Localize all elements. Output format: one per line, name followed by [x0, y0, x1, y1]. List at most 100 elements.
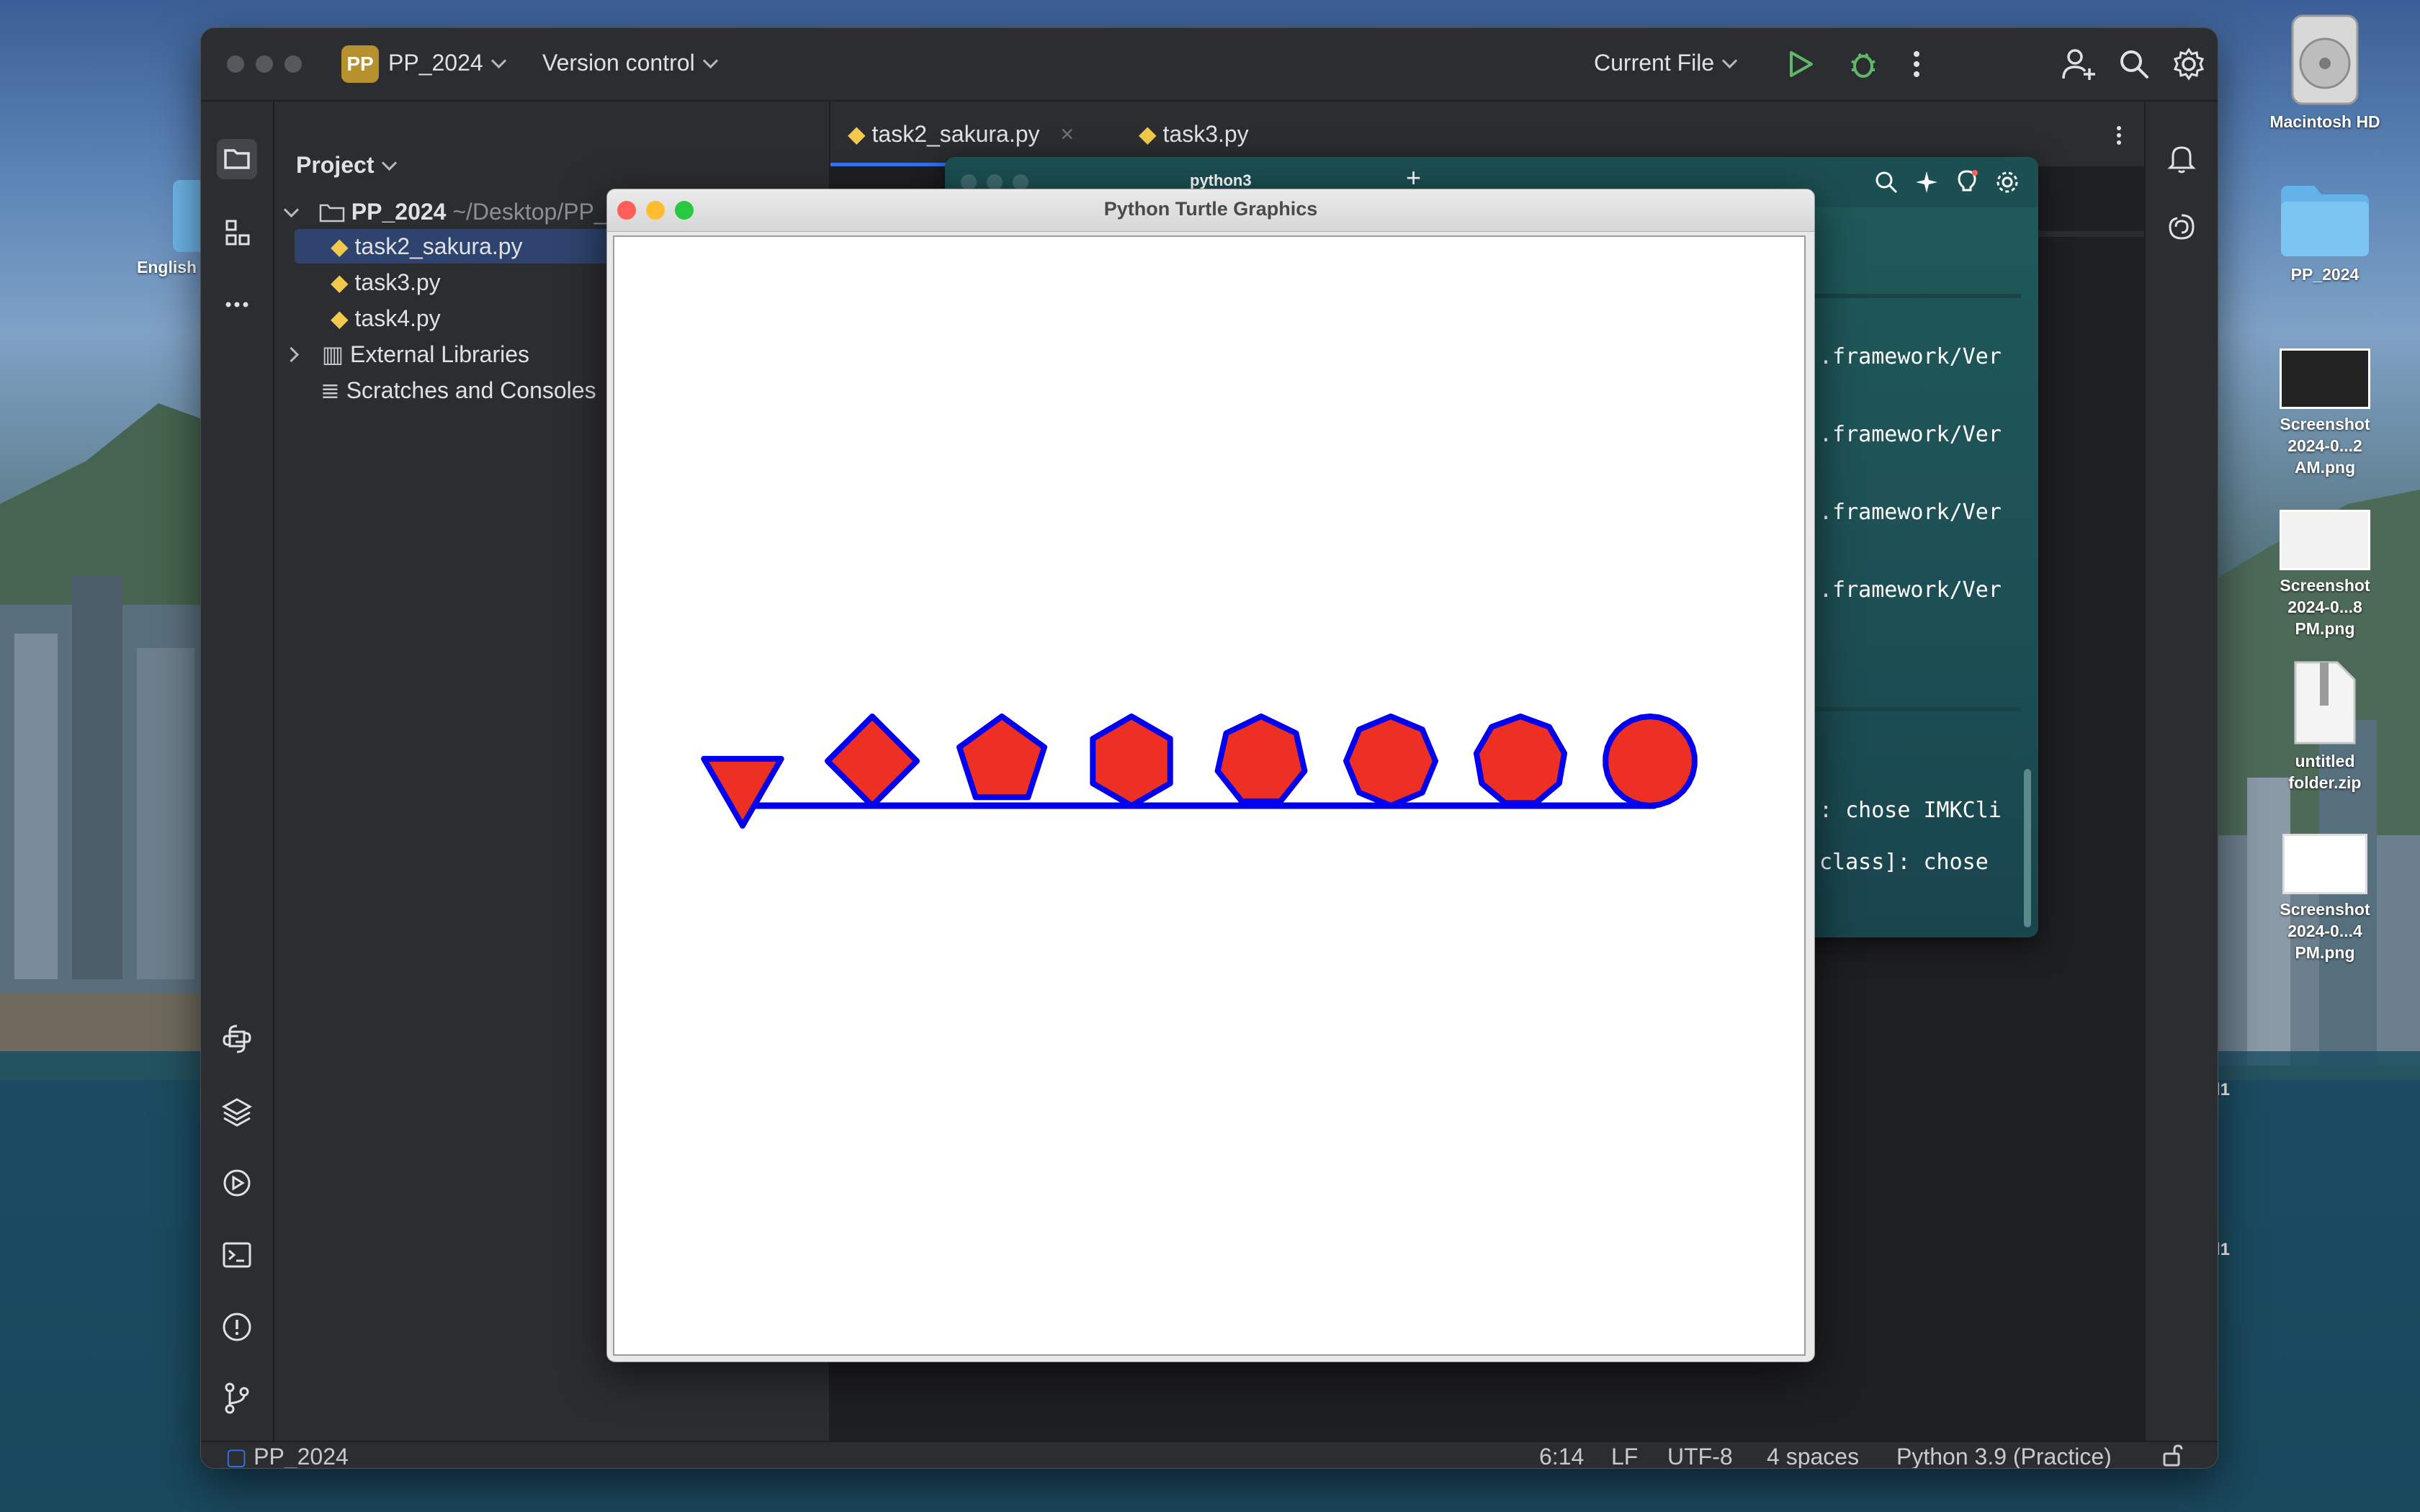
desktop-icon-label: Macintosh HD [2269, 112, 2380, 131]
scratches-icon: ≣ [321, 377, 340, 403]
terminal-output-line: .framework/Ver [1819, 344, 2002, 369]
terminal-output-line: class]: chose [1819, 850, 1989, 875]
desktop-icon-label: Screenshot [2280, 576, 2370, 595]
turtle-polygon-9-sides [1473, 714, 1568, 806]
tab-options-icon[interactable] [2114, 125, 2124, 146]
desktop-icon-label: PP_2024 [2290, 265, 2360, 284]
close-icon[interactable]: × [1060, 121, 1074, 147]
add-user-icon[interactable] [2062, 47, 2097, 81]
settings-icon[interactable] [2172, 47, 2206, 81]
status-line-ending[interactable]: LF [1611, 1442, 1638, 1468]
desktop-icon-zip[interactable]: untitled folder.zip [2260, 660, 2390, 793]
tree-external-libraries[interactable]: ▥ External Libraries [283, 337, 530, 372]
image-thumbnail-icon [2282, 834, 2367, 894]
search-icon[interactable] [1874, 170, 1899, 194]
project-panel-header[interactable]: Project [296, 152, 398, 179]
ai-assistant-icon[interactable] [2164, 210, 2199, 244]
terminal-minimize-button[interactable] [987, 174, 1003, 190]
terminal-output-line: : chose IMKCli [1819, 798, 2002, 823]
turtle-polygon-4-sides [825, 714, 920, 809]
tree-file-label: task2_sakura.py [354, 233, 523, 259]
terminal-icon [223, 1242, 251, 1268]
layers-tool-button[interactable] [217, 1091, 257, 1131]
terminal-close-button[interactable] [961, 174, 977, 190]
structure-icon [225, 220, 250, 246]
layers-icon [221, 1098, 253, 1127]
run-config-label: Current File [1594, 50, 1715, 76]
tab-label: task3.py [1162, 121, 1249, 147]
desktop-folder-english[interactable]: English [122, 180, 252, 278]
more-vertical-icon[interactable] [1909, 50, 1924, 78]
project-tool-button[interactable] [217, 139, 257, 179]
desktop-icon-label: untitled folder.zip [2288, 752, 2362, 792]
turtle-titlebar: Python Turtle Graphics [607, 189, 1814, 232]
window-minimize-button[interactable] [256, 55, 273, 73]
python-file-icon: ◆ [331, 233, 349, 259]
version-control-label: Version control [542, 50, 695, 76]
python-file-icon: ◆ [848, 121, 866, 147]
tree-file-label: task3.py [354, 269, 441, 295]
image-thumbnail-icon [2280, 510, 2370, 570]
tree-scratches[interactable]: ≣ Scratches and Consoles [321, 373, 596, 408]
lightbulb-icon[interactable] [1955, 168, 1979, 196]
folder-icon [2281, 186, 2369, 256]
desktop-icon-label: Screenshot [2280, 415, 2370, 433]
tree-file-task3[interactable]: ◆ task3.py [331, 265, 441, 300]
search-icon[interactable] [2118, 48, 2150, 80]
desktop-icon-label: English [137, 258, 197, 276]
python-packages-button[interactable] [217, 1019, 257, 1059]
python-file-icon: ◆ [1139, 121, 1157, 147]
tree-root-name: PP_2024 [351, 199, 447, 225]
services-tool-button[interactable] [217, 1163, 257, 1203]
tree-item-label: External Libraries [350, 341, 530, 367]
status-interpreter[interactable]: Python 3.9 (Practice) [1896, 1442, 2112, 1468]
desktop-icon-pp2024-folder[interactable]: PP_2024 [2260, 180, 2390, 285]
python-file-icon: ◆ [331, 305, 349, 331]
status-caret-position[interactable]: 6:14 [1539, 1442, 1584, 1468]
problems-tool-button[interactable] [217, 1307, 257, 1347]
tree-root-pp2024[interactable]: PP_2024 ~/Desktop/PP_2024 [283, 194, 658, 229]
more-tools-button[interactable] [217, 284, 257, 325]
chevron-down-icon [382, 155, 398, 171]
turtle-polygon-30-sides [1603, 714, 1698, 809]
terminal-tool-button[interactable] [217, 1235, 257, 1275]
folder-icon [224, 149, 250, 169]
terminal-output-line: .framework/Ver [1819, 577, 2002, 603]
status-indent[interactable]: 4 spaces [1767, 1442, 1859, 1468]
turtle-polygon-8-sides [1343, 714, 1438, 809]
tree-file-task2-sakura[interactable]: ◆ task2_sakura.py [295, 229, 633, 264]
tree-file-task4[interactable]: ◆ task4.py [331, 301, 441, 336]
structure-tool-button[interactable] [217, 212, 257, 253]
left-tool-strip [201, 102, 274, 1441]
run-config-selector[interactable]: Current File [1594, 50, 1738, 76]
terminal-output-line: .framework/Ver [1819, 500, 2002, 525]
turtle-canvas[interactable] [613, 235, 1806, 1356]
status-project-breadcrumb[interactable]: ▢ PP_2024 [225, 1442, 349, 1468]
terminal-zoom-button[interactable] [1013, 174, 1028, 190]
desktop-icon-screenshot-2[interactable]: Screenshot 2024-0...8 PM.png [2260, 510, 2390, 639]
desktop-icon-screenshot-3[interactable]: Screenshot 2024-0...4 PM.png [2260, 834, 2390, 963]
tree-item-label: Scratches and Consoles [346, 377, 596, 403]
git-branch-icon [225, 1382, 249, 1414]
debug-icon[interactable] [1847, 48, 1879, 80]
window-close-button[interactable] [227, 55, 244, 73]
status-bar: ▢ PP_2024 6:14 LF UTF-8 4 spaces Python … [201, 1441, 2218, 1468]
terminal-scrollbar[interactable] [2024, 769, 2031, 927]
version-control-menu[interactable]: Version control [542, 50, 718, 76]
run-icon[interactable] [1785, 50, 1814, 78]
notifications-bell-icon[interactable] [2164, 140, 2199, 175]
status-encoding[interactable]: UTF-8 [1667, 1442, 1733, 1468]
desktop-icon-screenshot-1[interactable]: Screenshot 2024-0...2 AM.png [2260, 348, 2390, 478]
git-tool-button[interactable] [217, 1377, 257, 1418]
window-zoom-button[interactable] [284, 55, 302, 73]
sparkle-icon[interactable] [1914, 170, 1939, 194]
turtle-polygon-3-sides [701, 755, 784, 829]
zip-file-icon [2294, 661, 2356, 744]
folder-icon [319, 204, 345, 222]
settings-icon[interactable] [1995, 170, 2020, 194]
desktop-icon-macintosh-hd[interactable]: Macintosh HD [2260, 13, 2390, 132]
chevron-down-icon [1722, 53, 1738, 69]
project-switcher[interactable]: PP_2024 [388, 50, 506, 76]
chevron-down-icon [702, 53, 718, 69]
unlock-icon[interactable] [2160, 1444, 2184, 1468]
